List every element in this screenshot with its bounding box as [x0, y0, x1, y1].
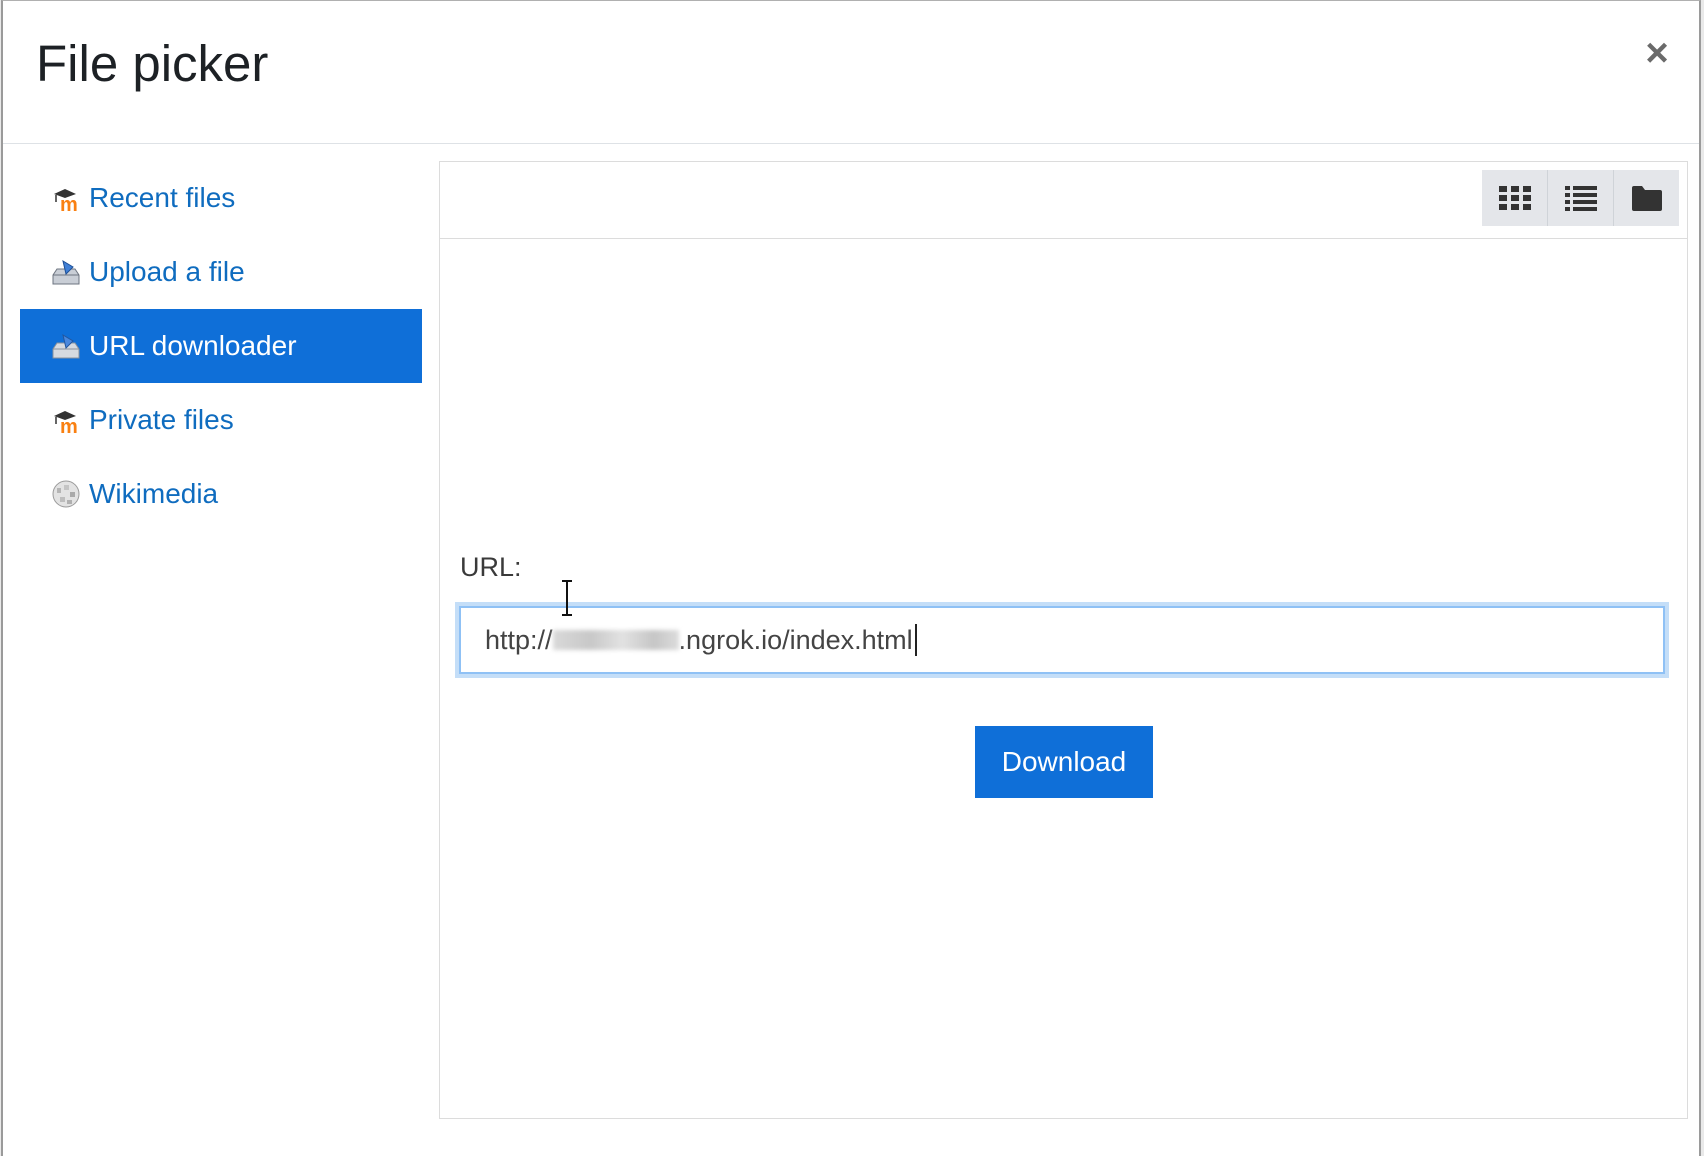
view-switcher [1482, 170, 1679, 226]
close-button[interactable]: × [1635, 31, 1679, 75]
ibeam-cursor-icon [562, 580, 572, 616]
list-view-icon [1564, 186, 1597, 211]
download-repo-icon [52, 333, 80, 359]
dialog-header: File picker × [3, 1, 1699, 144]
grid-view-button[interactable] [1482, 170, 1548, 226]
svg-text:m: m [60, 194, 78, 213]
folder-view-icon [1631, 186, 1662, 211]
url-prefix-text: http:// [485, 624, 553, 655]
moodle-icon: m [54, 411, 78, 435]
grid-view-icon [1498, 186, 1531, 210]
upload-icon [52, 259, 80, 285]
sidebar-item-upload-file[interactable]: Upload a file [20, 235, 422, 309]
sidebar-item-label: Private files [89, 404, 234, 435]
sidebar-item-private-files[interactable]: m Private files [20, 383, 422, 457]
close-icon: × [1645, 31, 1669, 75]
dialog-title: File picker [36, 35, 269, 92]
wikimedia-globe-icon [52, 480, 80, 508]
repository-content: URL: http:// .ngrok.io/index.html Downloa… [439, 161, 1688, 1119]
content-toolbar [440, 162, 1687, 239]
sidebar-item-wikimedia[interactable]: Wikimedia [20, 457, 422, 531]
url-label: URL: [460, 552, 522, 582]
sidebar-item-label: Wikimedia [89, 478, 219, 509]
sidebar-item-label: Recent files [89, 182, 236, 213]
redacted-host-blur [552, 630, 679, 650]
folder-view-button[interactable] [1614, 170, 1679, 226]
url-suffix-text: .ngrok.io/index.html [678, 624, 913, 655]
moodle-icon: m [54, 189, 78, 213]
text-caret [914, 624, 917, 656]
svg-text:m: m [60, 416, 78, 435]
download-button[interactable]: Download [975, 726, 1153, 798]
file-picker-dialog: File picker × m Recent files Upload a fi… [1, 0, 1701, 1156]
list-view-button[interactable] [1548, 170, 1614, 226]
sidebar-item-url-downloader[interactable]: URL downloader [20, 309, 422, 383]
sidebar-item-label: Upload a file [89, 256, 245, 287]
url-input[interactable]: http:// .ngrok.io/index.html [459, 606, 1665, 674]
repository-sidebar: m Recent files Upload a file URL downloa… [20, 161, 422, 531]
sidebar-item-recent-files[interactable]: m Recent files [20, 161, 422, 235]
sidebar-item-label: URL downloader [89, 330, 297, 361]
